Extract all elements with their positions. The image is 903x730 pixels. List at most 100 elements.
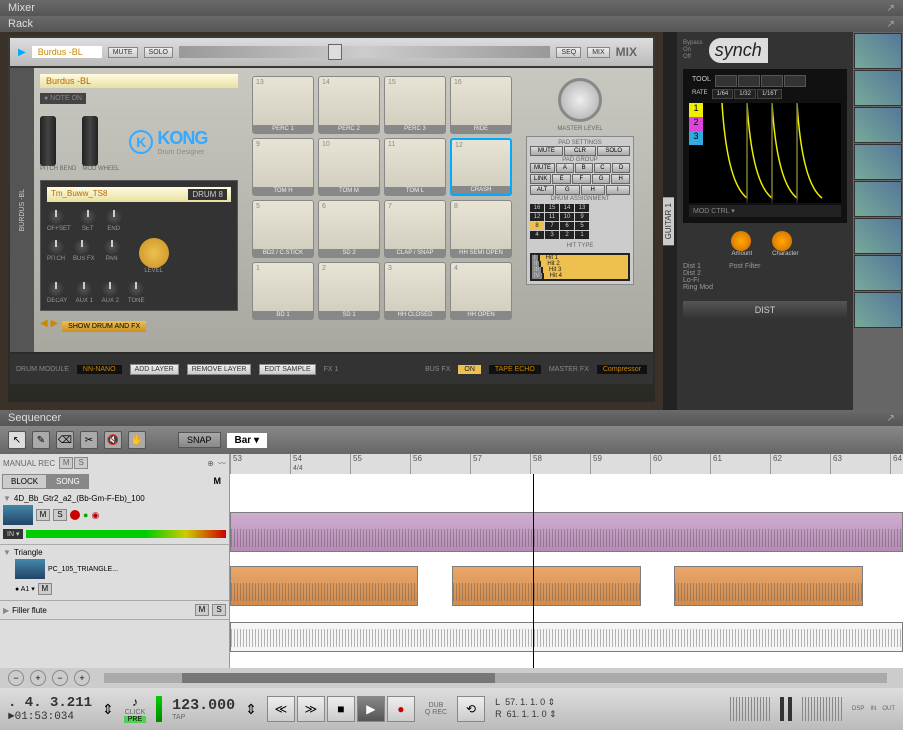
pg-e[interactable]: E	[552, 174, 571, 184]
compressor-display[interactable]: Compressor	[597, 365, 647, 374]
pencil-tool-icon[interactable]: ✎	[32, 431, 50, 449]
audio-clip[interactable]	[230, 512, 903, 552]
assign-5[interactable]: 5	[575, 222, 589, 230]
set-knob[interactable]	[79, 208, 97, 226]
timeline[interactable]: 53544/455565758596061626364	[230, 454, 903, 668]
pg-link[interactable]: LINK	[530, 174, 551, 184]
show-drum-arrow-icon[interactable]: ◀ ▶	[40, 318, 58, 329]
drum-pad-16[interactable]: 16RIDE	[450, 76, 512, 134]
pg-c[interactable]: C	[594, 163, 612, 173]
ps-clr[interactable]: CLR	[564, 146, 597, 156]
mix-button[interactable]: MIX	[587, 47, 609, 58]
playhead[interactable]	[533, 474, 534, 668]
master-m[interactable]: M	[208, 474, 228, 489]
assign-4[interactable]: 4	[530, 231, 544, 239]
ruler-tick[interactable]: 64	[890, 454, 902, 474]
assign-16[interactable]: 16	[530, 204, 544, 212]
position-display[interactable]: . 4. 3.211 ►01:53:034	[8, 695, 92, 723]
edit-sample-button[interactable]: EDIT SAMPLE	[259, 364, 315, 375]
remove-layer-button[interactable]: REMOVE LAYER	[187, 364, 252, 375]
assign-9[interactable]: 9	[575, 213, 589, 221]
pg-alt[interactable]: ALT	[530, 185, 554, 195]
block-mode-button[interactable]: BLOCK	[2, 474, 47, 489]
drum-pad-1[interactable]: 1BD 1	[252, 262, 314, 320]
input-dropdown[interactable]: IN ▾	[3, 529, 23, 539]
snap-value-dropdown[interactable]: Bar ▾	[227, 433, 268, 448]
drum-pad-3[interactable]: 3HH CLOSED	[384, 262, 446, 320]
ruler-tick[interactable]: 61	[710, 454, 722, 474]
track-solo[interactable]: S	[212, 604, 226, 616]
locator-display[interactable]: L 57. 1. 1. 0 ⇕ R 61. 1. 1. 0 ⇕	[495, 697, 557, 720]
ps-solo[interactable]: SOLO	[597, 146, 630, 156]
rec-arm-icon[interactable]	[70, 510, 80, 520]
global-solo[interactable]: S	[74, 457, 88, 469]
assign-12[interactable]: 12	[530, 213, 544, 221]
ruler-tick[interactable]: 59	[590, 454, 602, 474]
tuner-icon[interactable]: ◉	[91, 510, 99, 521]
thumb[interactable]	[854, 181, 902, 217]
amount-knob[interactable]	[731, 231, 751, 251]
tap-button[interactable]: TAP	[172, 714, 185, 721]
ruler-tick[interactable]: 544/4	[290, 454, 303, 474]
clips-area[interactable]	[230, 474, 903, 668]
bypass-switch[interactable]: Bypass On Off	[683, 40, 703, 62]
zoom-in-h-icon[interactable]: +	[30, 670, 46, 686]
assign-1[interactable]: 1	[575, 231, 589, 239]
mute-tool-icon[interactable]: 🔇	[104, 431, 122, 449]
rewind-button[interactable]: ≪	[267, 696, 295, 722]
assign-13[interactable]: 13	[575, 204, 589, 212]
song-mode-button[interactable]: SONG	[47, 474, 89, 489]
drum-pad-7[interactable]: 7CLAP / SNAP	[384, 200, 446, 258]
h-scrollbar[interactable]	[104, 673, 887, 683]
audio-clip[interactable]	[452, 566, 640, 606]
rack-panel-header[interactable]: Rack ↗	[0, 16, 903, 32]
device-slider[interactable]	[179, 46, 550, 58]
decay-knob[interactable]	[47, 280, 65, 298]
module-display[interactable]: NN-NANO	[77, 365, 122, 374]
thumb[interactable]	[854, 144, 902, 180]
dub-button[interactable]: DUB	[425, 702, 447, 709]
rate-116t[interactable]: 1/16T	[757, 89, 782, 99]
hand-tool-icon[interactable]: ✋	[128, 431, 146, 449]
assign-15[interactable]: 15	[545, 204, 559, 212]
tool-line-icon[interactable]	[715, 75, 737, 87]
record-button[interactable]: ●	[387, 696, 415, 722]
zoom-out-v-icon[interactable]: −	[52, 670, 68, 686]
track-solo[interactable]: S	[53, 509, 67, 521]
slider-handle[interactable]	[328, 44, 342, 60]
loop-button[interactable]: ⟲	[457, 696, 485, 722]
snap-button[interactable]: SNAP	[178, 432, 221, 448]
ruler[interactable]: 53544/455565758596061626364	[230, 454, 903, 474]
mod-wheel[interactable]	[82, 116, 98, 166]
thumb[interactable]	[854, 292, 902, 328]
curve-tab-3[interactable]: 3	[689, 131, 703, 145]
device-thumbnails[interactable]	[853, 32, 903, 410]
sequencer-expand-icon[interactable]: ↗	[887, 413, 895, 424]
eraser-tool-icon[interactable]: ⌫	[56, 431, 74, 449]
master-level-knob[interactable]	[558, 78, 602, 122]
tempo-stepper-icon[interactable]: ⇕	[245, 701, 257, 718]
on-indicator[interactable]: ON	[458, 365, 481, 374]
mute-button[interactable]: MUTE	[108, 47, 138, 58]
device-fold-icon[interactable]: ▶	[18, 47, 26, 58]
fforward-button[interactable]: ≫	[297, 696, 325, 722]
ruler-tick[interactable]: 57	[470, 454, 482, 474]
zoom-in-v-icon[interactable]: +	[74, 670, 90, 686]
thumb[interactable]	[854, 33, 902, 69]
assign-2[interactable]: 2	[560, 231, 574, 239]
assign-7[interactable]: 7	[545, 222, 559, 230]
curve-display[interactable]: 1 2 3	[689, 103, 841, 203]
assign-3[interactable]: 3	[545, 231, 559, 239]
pitch-wheel[interactable]	[40, 116, 56, 166]
drum-pad-13[interactable]: 13PERC 1	[252, 76, 314, 134]
scrollbar-thumb[interactable]	[182, 673, 495, 683]
dist-button[interactable]: DIST	[683, 301, 847, 319]
assign-8[interactable]: 8	[530, 222, 544, 230]
busfx-knob[interactable]	[73, 238, 91, 256]
offset-knob[interactable]	[47, 208, 65, 226]
drum-pad-9[interactable]: 9TOM H	[252, 138, 314, 196]
track-mute[interactable]: M	[36, 509, 50, 521]
drum-pad-14[interactable]: 14PERC 2	[318, 76, 380, 134]
drum-pad-12[interactable]: 12CRASH	[450, 138, 512, 196]
pg-d[interactable]: D	[612, 163, 630, 173]
